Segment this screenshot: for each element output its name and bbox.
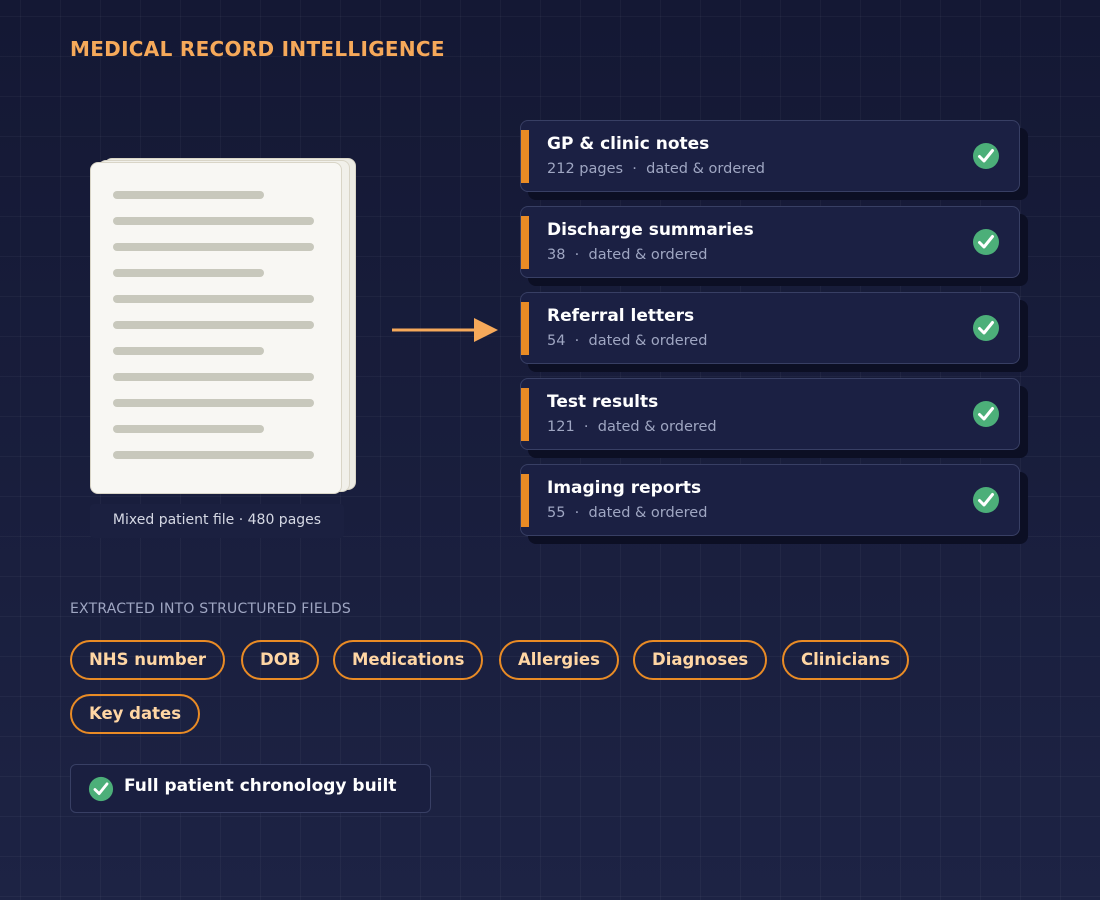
card-count: 55 — [547, 505, 566, 521]
card-title: Referral letters — [547, 306, 695, 326]
result-box: Full patient chronology built — [70, 764, 431, 813]
document-text-line — [113, 399, 314, 407]
document-text-line — [113, 269, 264, 277]
card-count: 212 pages — [547, 161, 624, 177]
check-circle-icon — [973, 487, 999, 513]
document-text-line — [113, 321, 314, 329]
document-text-line — [113, 191, 264, 199]
result-text: Full patient chronology built — [124, 776, 397, 796]
card-count: 54 — [547, 333, 566, 349]
document-caption: Mixed patient file · 480 pages — [90, 504, 344, 538]
separator-dot: · — [574, 419, 598, 435]
category-card: Test results 121 · dated & ordered — [520, 378, 1020, 450]
card-status: dated & ordered — [588, 505, 708, 521]
document-text-line — [113, 347, 264, 355]
check-circle-icon — [973, 143, 999, 169]
card-status: dated & ordered — [588, 247, 708, 263]
card-accent-bar — [521, 302, 529, 355]
card-status: dated & ordered — [588, 333, 708, 349]
separator-dot: · — [623, 161, 647, 177]
card-title: GP & clinic notes — [547, 134, 710, 154]
card-status: dated & ordered — [597, 419, 717, 435]
category-card: Referral letters 54 · dated & ordered — [520, 292, 1020, 364]
separator-dot: · — [565, 247, 589, 263]
check-circle-icon — [973, 229, 999, 255]
card-subtitle: 55 · dated & ordered — [547, 505, 707, 521]
field-pill: Medications — [333, 640, 484, 680]
document-text-line — [113, 243, 314, 251]
document-text-line — [113, 373, 314, 381]
check-circle-icon — [88, 776, 114, 802]
document-text-line — [113, 295, 314, 303]
card-count: 121 — [547, 419, 575, 435]
card-title: Discharge summaries — [547, 220, 754, 240]
document-stack — [90, 158, 356, 494]
field-pill: Allergies — [499, 640, 619, 680]
document-text-line — [113, 217, 314, 225]
field-pill: DOB — [241, 640, 320, 680]
card-accent-bar — [521, 130, 529, 183]
check-circle-icon — [973, 315, 999, 341]
card-subtitle: 38 · dated & ordered — [547, 247, 707, 263]
page-title: MEDICAL RECORD INTELLIGENCE — [70, 37, 445, 61]
category-card: Imaging reports 55 · dated & ordered — [520, 464, 1020, 536]
card-accent-bar — [521, 388, 529, 441]
card-accent-bar — [521, 474, 529, 527]
separator-dot: · — [565, 333, 589, 349]
arrow-right-icon — [392, 318, 498, 342]
document-text-line — [113, 425, 264, 433]
category-card: Discharge summaries 38 · dated & ordered — [520, 206, 1020, 278]
document-text-line — [113, 451, 314, 459]
card-subtitle: 54 · dated & ordered — [547, 333, 707, 349]
check-circle-icon — [973, 401, 999, 427]
document-page — [90, 162, 342, 494]
card-title: Imaging reports — [547, 478, 702, 498]
card-accent-bar — [521, 216, 529, 269]
card-status: dated & ordered — [646, 161, 766, 177]
field-pill: Key dates — [70, 694, 201, 734]
field-pill: Diagnoses — [633, 640, 768, 680]
card-title: Test results — [547, 392, 659, 412]
card-subtitle: 121 · dated & ordered — [547, 419, 717, 435]
category-card: GP & clinic notes 212 pages · dated & ord… — [520, 120, 1020, 192]
field-pill: Clinicians — [782, 640, 909, 680]
fields-label: EXTRACTED INTO STRUCTURED FIELDS — [70, 601, 351, 617]
card-count: 38 — [547, 247, 566, 263]
field-pill: NHS number — [70, 640, 226, 680]
separator-dot: · — [565, 505, 589, 521]
card-subtitle: 212 pages · dated & ordered — [547, 161, 765, 177]
